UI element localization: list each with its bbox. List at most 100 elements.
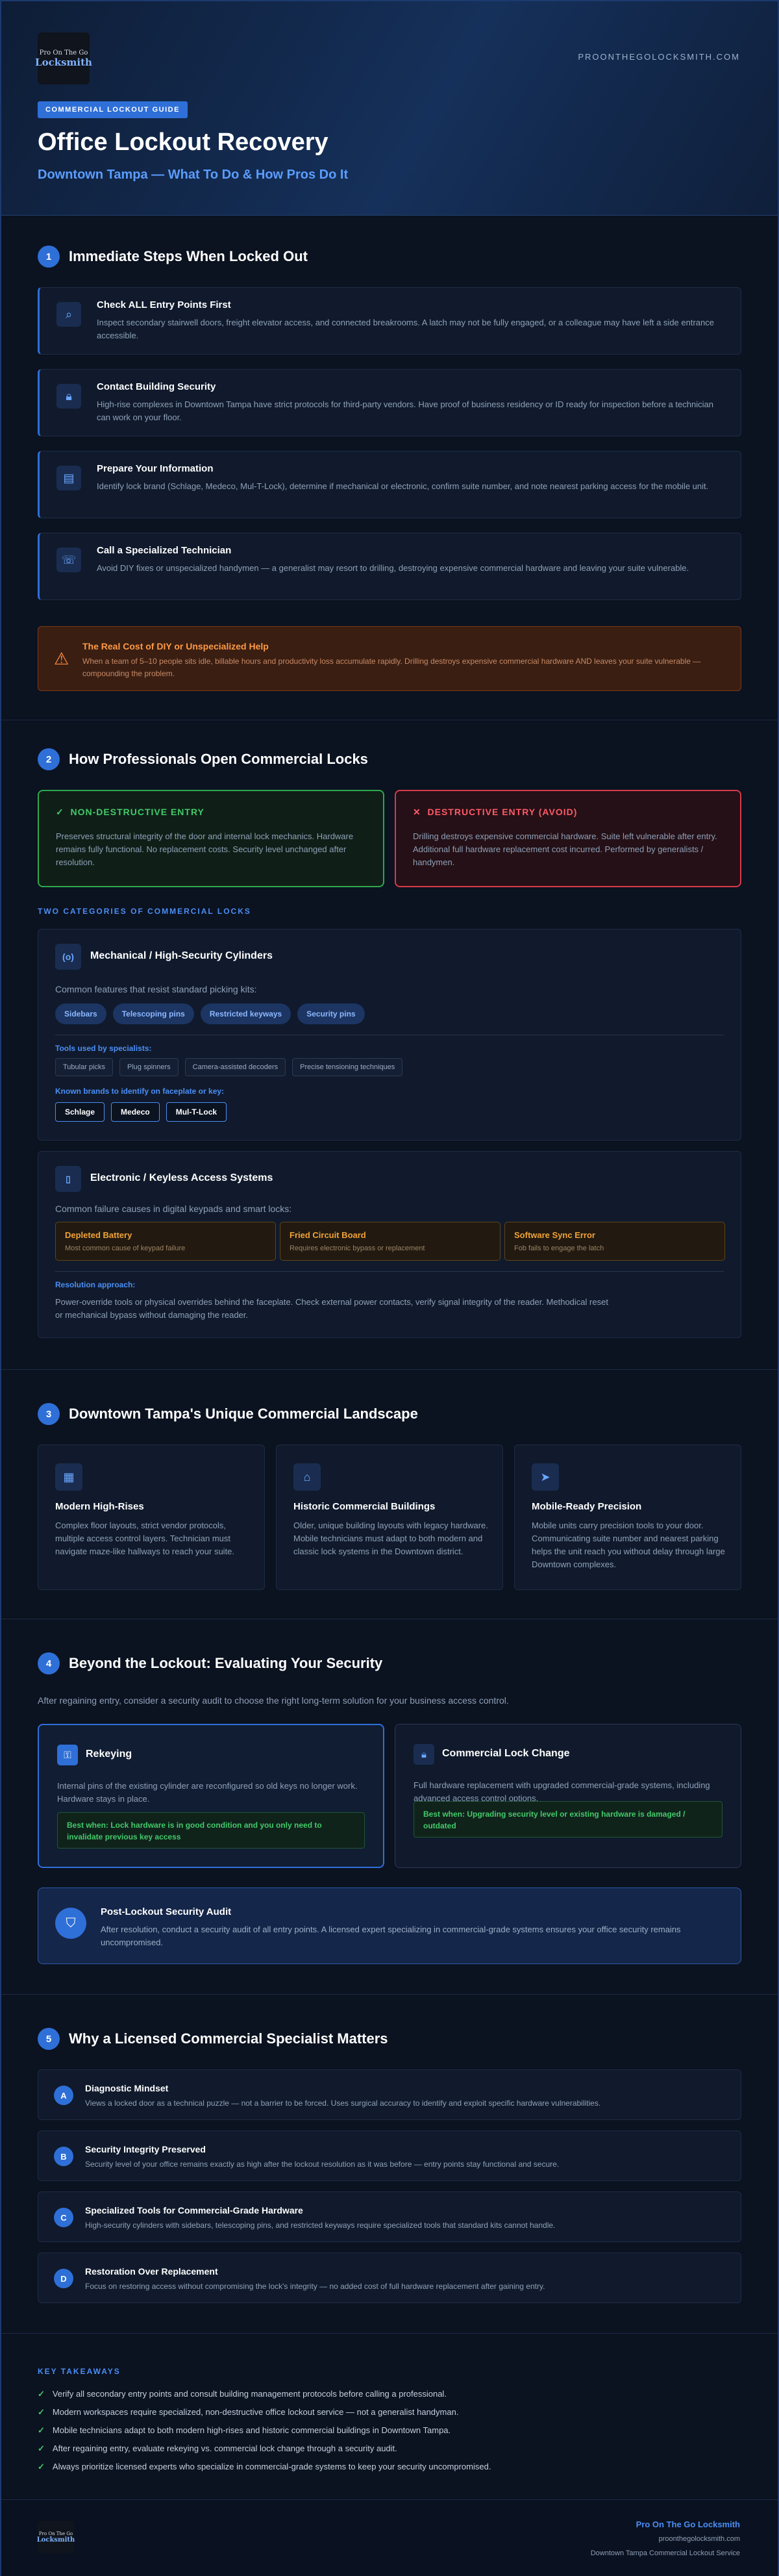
step-title: Contact Building Security [97, 381, 216, 392]
section-title: Downtown Tampa's Unique Commercial Lands… [69, 1406, 418, 1422]
tool-chip: Tubular picks [55, 1058, 114, 1076]
section-title: How Professionals Open Commercial Locks [69, 751, 368, 767]
step-desc: High-rise complexes in Downtown Tampa ha… [97, 399, 713, 422]
section-number: 5 [38, 2028, 60, 2050]
phone-icon: ☏ [56, 548, 81, 572]
step-card: 🔒︎ Contact Building Security High-rise c… [38, 369, 741, 436]
section-number: 3 [38, 1403, 60, 1425]
tool-chip: Plug spinners [119, 1058, 179, 1076]
site-url[interactable]: PROONTHEGOLOCKSMITH.COM [578, 52, 740, 62]
divider [1, 2333, 778, 2334]
logo-line2: Locksmith [35, 56, 92, 68]
section-number: 1 [38, 246, 60, 268]
step-title: Check ALL Entry Points First [97, 299, 231, 310]
failure-title: Depleted Battery [65, 1230, 132, 1240]
feature-chips: Sidebars Telescoping pins Restricted key… [55, 1004, 365, 1024]
reason-letter: D [54, 2269, 73, 2288]
lock-change-card: 🔒︎ Commercial Lock Change Full hardware … [395, 1724, 741, 1868]
reason-title: Restoration Over Replacement [85, 2266, 218, 2277]
tools-label: Tools used by specialists: [55, 1044, 152, 1053]
resolution-label: Resolution approach: [55, 1280, 136, 1289]
takeaway-item: ✓ Verify all secondary entry points and c… [38, 2389, 447, 2399]
takeaway-item: ✓ Mobile technicians adapt to both modern… [38, 2425, 451, 2435]
destructive-title: ✕ DESTRUCTIVE ENTRY (AVOID) [413, 807, 578, 817]
section2-heading: 2 How Professionals Open Commercial Lock… [38, 748, 368, 770]
takeaways-label: KEY TAKEAWAYS [38, 2367, 121, 2376]
tile-desc: Mobile units carry precision tools to yo… [532, 1521, 725, 1569]
destructive-box: ✕ DESTRUCTIVE ENTRY (AVOID) Drilling des… [395, 790, 741, 887]
document-icon: ▤ [56, 466, 81, 490]
reason-card: D Restoration Over Replacement Focus on … [38, 2253, 741, 2303]
takeaway-item: ✓ Modern workspaces require specialized, … [38, 2407, 459, 2417]
building-icon: ▦ [55, 1463, 82, 1491]
failure-card: Software Sync Error Fob fails to engage … [504, 1222, 725, 1261]
landscape-tile: ➤ Mobile-Ready Precision Mobile units ca… [514, 1445, 741, 1590]
check-icon: ✓ [38, 2462, 45, 2471]
footer-logo[interactable]: Pro On The Go Locksmith [37, 2521, 75, 2553]
tile-title: Modern High-Rises [55, 1501, 144, 1512]
best-when-note: Best when: Upgrading security level or e… [414, 1801, 723, 1837]
electronic-card: ▯ Electronic / Keyless Access Systems Co… [38, 1151, 741, 1338]
cylinder-icon: (o) [55, 944, 81, 970]
step-card: ▤ Prepare Your Information Identify lock… [38, 451, 741, 518]
failure-desc: Fob fails to engage the latch [514, 1244, 604, 1252]
warning-box: ⚠ The Real Cost of DIY or Unspecialized … [38, 626, 741, 691]
tile-desc: Complex floor layouts, strict vendor pro… [55, 1521, 235, 1556]
logo-line1: Pro On The Go [39, 49, 88, 57]
failure-title: Software Sync Error [514, 1230, 595, 1240]
divider [1, 1369, 778, 1370]
reason-letter: A [54, 2086, 73, 2105]
card-lead: Common features that resist standard pic… [55, 984, 257, 994]
page-subtitle: Downtown Tampa — What To Do & How Pros D… [38, 168, 349, 182]
rekeying-card: ⚿ Rekeying Internal pins of the existing… [38, 1724, 384, 1868]
security-audit-box: ⛉ Post-Lockout Security Audit After reso… [38, 1888, 741, 1964]
section-title: Immediate Steps When Locked Out [69, 248, 308, 264]
mechanical-card: (o) Mechanical / High-Security Cylinders… [38, 929, 741, 1141]
section5-heading: 5 Why a Licensed Commercial Specialist M… [38, 2028, 388, 2050]
option-desc: Internal pins of the existing cylinder a… [57, 1781, 358, 1804]
takeaway-item: ✓ Always prioritize licensed experts who … [38, 2462, 491, 2471]
resolution-text: Power-override tools or physical overrid… [55, 1297, 608, 1320]
nondestructive-desc: Preserves structural integrity of the do… [56, 831, 354, 867]
categories-label: TWO CATEGORIES OF COMMERCIAL LOCKS [38, 907, 251, 916]
footer-site[interactable]: proonthegolocksmith.com [659, 2535, 740, 2543]
brand-chip: Mul-T-Lock [166, 1102, 227, 1122]
audit-desc: After resolution, conduct a security aud… [101, 1925, 681, 1947]
page-title: Office Lockout Recovery [38, 129, 328, 156]
failure-title: Fried Circuit Board [290, 1230, 366, 1240]
reason-letter: B [54, 2147, 73, 2166]
footer: Pro On The Go Locksmith Pro On The Go Lo… [1, 2499, 778, 2576]
reason-title: Diagnostic Mindset [85, 2083, 169, 2093]
check-icon: ✓ [56, 807, 71, 817]
failure-card: Depleted Battery Most common cause of ke… [55, 1222, 276, 1261]
tool-chip: Camera-assisted decoders [184, 1058, 286, 1076]
check-icon: ✓ [38, 2443, 45, 2453]
nondestructive-box: ✓ NON-DESTRUCTIVE ENTRY Preserves struct… [38, 790, 384, 887]
audit-title: Post-Lockout Security Audit [101, 1906, 232, 1917]
nondestructive-title: ✓ NON-DESTRUCTIVE ENTRY [56, 807, 204, 817]
section4-heading: 4 Beyond the Lockout: Evaluating Your Se… [38, 1652, 382, 1674]
reason-card: A Diagnostic Mindset Views a locked door… [38, 2069, 741, 2120]
step-desc: Inspect secondary stairwell doors, freig… [97, 318, 714, 340]
reason-desc: High-security cylinders with sidebars, t… [85, 2221, 556, 2230]
footer-service: Downtown Tampa Commercial Lockout Servic… [590, 2549, 740, 2557]
destructive-desc: Drilling destroys expensive commercial h… [413, 831, 717, 867]
reason-desc: Views a locked door as a technical puzzl… [85, 2099, 601, 2108]
tool-chips: Tubular picks Plug spinners Camera-assis… [55, 1058, 403, 1076]
reason-title: Specialized Tools for Commercial-Grade H… [85, 2205, 303, 2216]
step-desc: Identify lock brand (Schlage, Medeco, Mu… [97, 481, 709, 491]
option-title: Commercial Lock Change [442, 1748, 570, 1759]
close-icon: ✕ [413, 807, 428, 817]
logo[interactable]: Pro On The Go Locksmith [35, 32, 92, 84]
brand-chip: Schlage [55, 1102, 105, 1122]
brands-label: Known brands to identify on faceplate or… [55, 1087, 225, 1096]
check-icon: ✓ [38, 2389, 45, 2399]
failure-desc: Requires electronic bypass or replacemen… [290, 1244, 425, 1252]
section-title: Beyond the Lockout: Evaluating Your Secu… [69, 1655, 383, 1671]
step-card: ⌕ Check ALL Entry Points First Inspect s… [38, 287, 741, 355]
section4-lead: After regaining entry, consider a securi… [38, 1695, 509, 1706]
feature-chip: Security pins [297, 1004, 365, 1024]
failure-card: Fried Circuit Board Requires electronic … [280, 1222, 501, 1261]
section1-heading: 1 Immediate Steps When Locked Out [38, 246, 308, 268]
key-icon: ⚿ [57, 1745, 78, 1765]
